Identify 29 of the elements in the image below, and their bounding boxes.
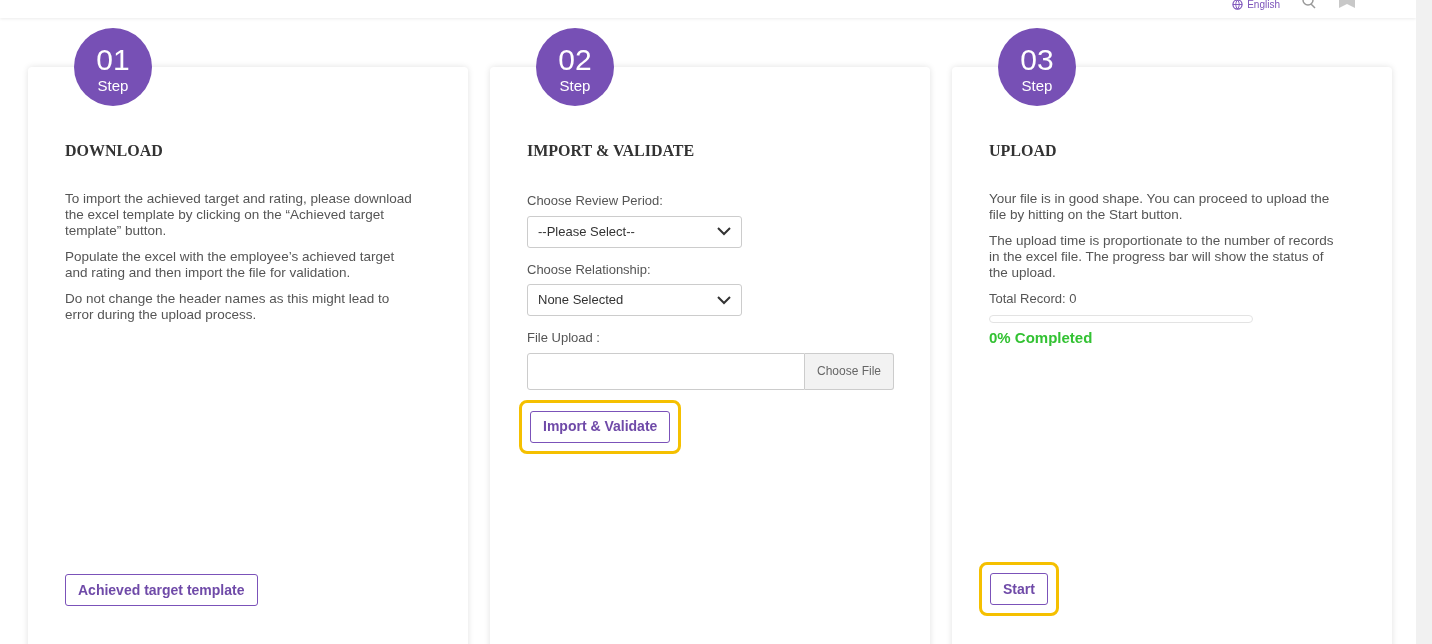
field-label: Choose Relationship: [527, 260, 652, 279]
step-badge: 02 Step [536, 28, 614, 106]
action-button[interactable]: Start [990, 573, 1048, 605]
action-button[interactable]: Import & Validate [530, 410, 671, 443]
choose-file-button[interactable]: Choose File [804, 352, 894, 390]
total-record-text: Total Record: 0 [989, 291, 1078, 307]
step-badge: 03 Step [998, 28, 1076, 106]
description-text: Do not change the header names as this might lead to error during the upload process. [65, 291, 391, 323]
progress-label: 0% Completed [989, 328, 1094, 348]
chevron-down-icon [717, 295, 731, 305]
action-button[interactable]: Achieved target template [65, 574, 258, 606]
description-text: To import the achieved target and rating, please download the excel template by clicking on the “Achieved target template” button. [65, 191, 413, 239]
step-title: DOWNLOAD [65, 141, 164, 161]
field-label: Choose Review Period: [527, 192, 664, 210]
description-text: Populate the excel with the employee’s achieved target and rating and then import the file for validation. [65, 249, 396, 281]
step-title: IMPORT & VALIDATE [527, 141, 696, 161]
globe-icon [1232, 0, 1244, 10]
flag-icon[interactable] [1338, 0, 1356, 8]
step-title: UPLOAD [989, 141, 1058, 161]
description-text: The upload time is proportionate to the number of records in the excel file. The progress bar will show the status of the upload. [989, 233, 1335, 281]
dropdown-select[interactable]: None Selected [527, 284, 742, 316]
file-input-field[interactable] [527, 352, 805, 390]
chevron-down-icon [717, 227, 731, 236]
search-icon[interactable] [1302, 0, 1316, 10]
description-text: Your file is in good shape. You can proceed to upload the file by hitting on the Start button. [989, 191, 1331, 223]
step-badge: 01 Step [74, 28, 152, 106]
language-selector[interactable]: English [1232, 0, 1280, 12]
field-label: File Upload : [527, 329, 601, 347]
dropdown-select[interactable]: --Please Select-- [527, 215, 742, 248]
